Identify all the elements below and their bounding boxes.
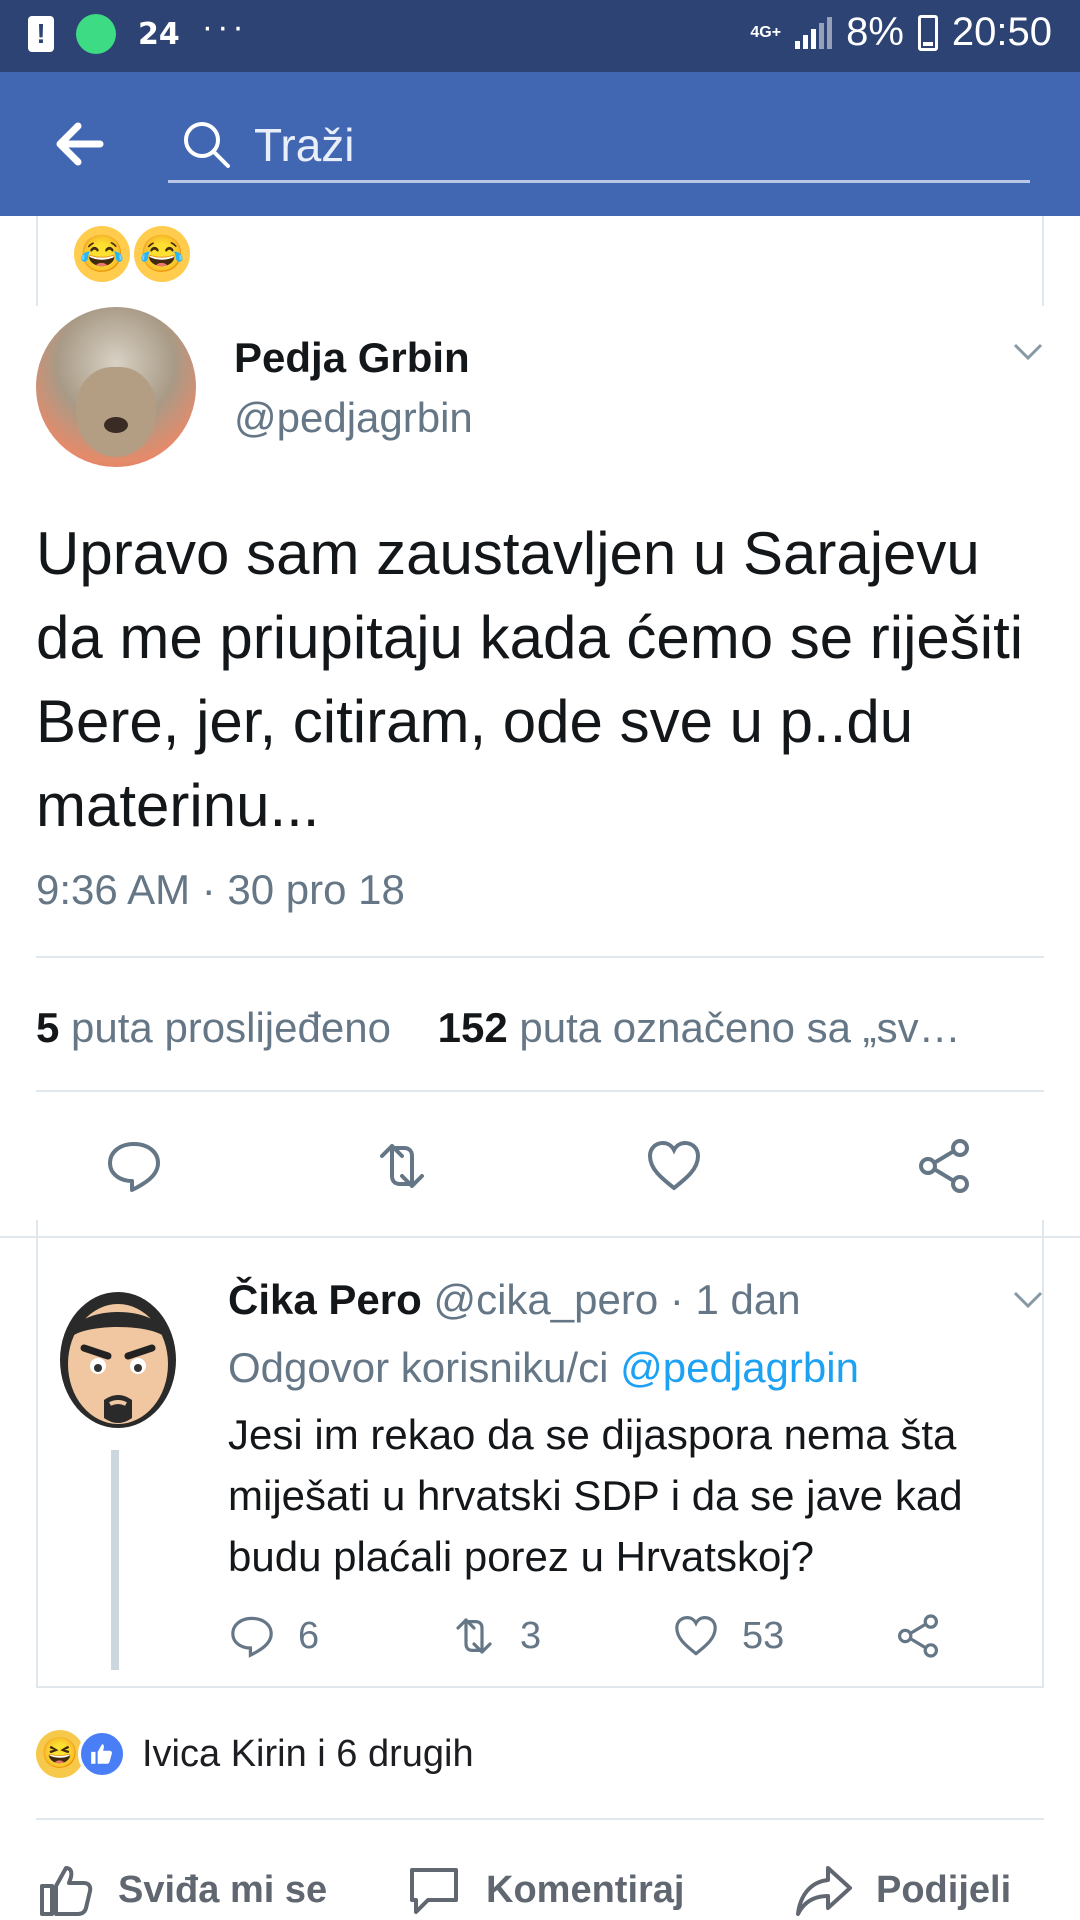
- comment-button[interactable]: Komentiraj: [404, 1860, 684, 1920]
- retweet-icon[interactable]: [372, 1136, 432, 1196]
- tears-of-joy-emoji-icon: 😂: [74, 226, 130, 282]
- comment-label: Komentiraj: [486, 1868, 685, 1911]
- network-indicator: 4G+: [750, 23, 782, 41]
- reactions-summary[interactable]: 😆 Ivica Kirin i 6 drugih: [36, 1730, 474, 1778]
- tweet-author-handle[interactable]: @pedjagrbin: [234, 394, 473, 442]
- like-label: Sviđa mi se: [118, 1868, 328, 1911]
- reply-author[interactable]: Čika Pero @cika_pero · 1 dan: [228, 1276, 801, 1324]
- thumbs-up-icon: [40, 1866, 93, 1916]
- reply-to-label: Odgovor korisniku/ci: [228, 1344, 609, 1391]
- like-count[interactable]: 152: [438, 1004, 508, 1051]
- share-icon: [898, 1614, 938, 1658]
- like-button[interactable]: Sviđa mi se: [36, 1860, 327, 1920]
- comment-icon: [410, 1868, 458, 1914]
- tweet-author-name[interactable]: Pedja Grbin: [234, 334, 470, 382]
- divider: [36, 1818, 1044, 1820]
- reply-retweet-action[interactable]: 3: [450, 1612, 541, 1660]
- app-bar: [0, 72, 1080, 216]
- facebook-action-bar: Sviđa mi se Komentiraj Podijeli: [0, 1860, 1080, 1920]
- share-button[interactable]: Podijeli: [794, 1860, 1011, 1920]
- reply-share-action[interactable]: [894, 1612, 942, 1660]
- reply-reply-action[interactable]: 6: [228, 1612, 319, 1660]
- share-icon[interactable]: [914, 1136, 974, 1196]
- back-arrow-icon[interactable]: [50, 114, 110, 174]
- android-icon: [76, 14, 116, 54]
- tweet-stats: 5 puta proslijeđeno 152 puta označeno sa…: [36, 1004, 1036, 1052]
- tweet-text: Upravo sam zaustavljen u Sarajevu da me …: [36, 520, 1024, 839]
- like-reaction-icon: [78, 1730, 126, 1778]
- reply-to-mention[interactable]: @pedjagrbin: [620, 1344, 859, 1391]
- dog-face: [76, 367, 156, 457]
- tears-of-joy-emoji-icon: 😂: [134, 226, 190, 282]
- reply-icon: [231, 1616, 273, 1658]
- battery-icon: [917, 14, 938, 51]
- search-input[interactable]: [252, 114, 956, 176]
- reactions-text[interactable]: Ivica Kirin i 6 drugih: [142, 1733, 474, 1776]
- clock: 20:50: [951, 10, 1052, 54]
- previous-post-card: 😂 😂: [36, 216, 1044, 306]
- search-bar[interactable]: [168, 110, 1030, 183]
- chevron-down-icon[interactable]: [1012, 1290, 1044, 1310]
- reply-text: Jesi im rekao da se dijaspora nema šta m…: [228, 1411, 963, 1580]
- thread-line: [111, 1450, 119, 1670]
- haha-reaction-icon: 😆: [36, 1730, 84, 1778]
- signal-icon: [795, 16, 833, 49]
- divider: [36, 956, 1044, 958]
- reply-icon[interactable]: [104, 1136, 164, 1196]
- retweet-label[interactable]: puta proslijeđeno: [71, 1004, 391, 1051]
- status-bar: ! 24 ··· 4G+ 8% 20:50: [0, 0, 1080, 72]
- search-icon: [184, 122, 230, 168]
- like-label[interactable]: puta označeno sa „sv…: [519, 1004, 960, 1051]
- avatar[interactable]: [54, 1282, 182, 1432]
- dog-nose: [104, 417, 128, 433]
- share-label: Podijeli: [876, 1868, 1012, 1911]
- reply-to-line: Odgovor korisniku/ci @pedjagrbin: [228, 1344, 859, 1392]
- heart-icon: [675, 1615, 717, 1656]
- avatar[interactable]: [36, 307, 196, 467]
- 24-icon: 24: [138, 16, 180, 52]
- heart-icon[interactable]: [644, 1136, 704, 1196]
- battery-percent: 8%: [846, 10, 904, 54]
- divider: [36, 1090, 1044, 1092]
- reply-author-meta: @cika_pero · 1 dan: [433, 1276, 801, 1323]
- reply-like-count: 53: [742, 1614, 785, 1657]
- more-dots-icon: ···: [201, 7, 248, 46]
- reply-count: 6: [298, 1614, 320, 1657]
- reply-like-action[interactable]: 53: [672, 1612, 784, 1660]
- share-arrow-icon: [796, 1866, 852, 1916]
- reply-retweet-count: 3: [520, 1614, 542, 1657]
- reply-author-name[interactable]: Čika Pero: [228, 1276, 422, 1323]
- divider: [0, 1236, 1080, 1238]
- chevron-down-icon[interactable]: [1012, 342, 1044, 362]
- retweet-icon: [456, 1618, 492, 1654]
- alert-icon: !: [28, 16, 54, 52]
- tweet-timestamp[interactable]: 9:36 AM · 30 pro 18: [36, 866, 405, 914]
- retweet-count[interactable]: 5: [36, 1004, 59, 1051]
